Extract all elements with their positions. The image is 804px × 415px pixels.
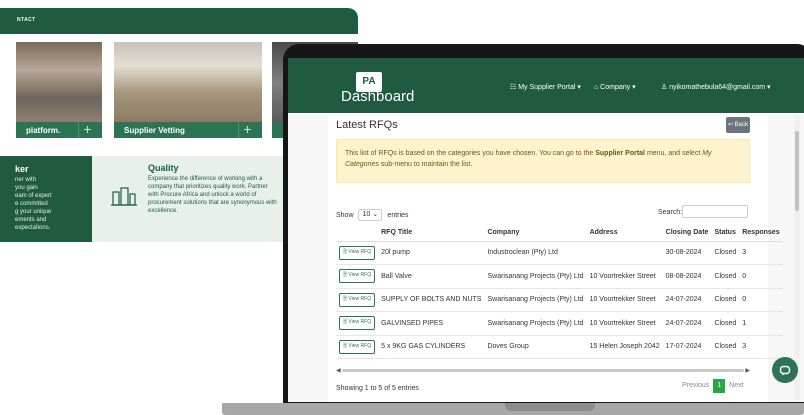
column-header [336,225,379,242]
rfq-heading: Latest RFQs [336,119,398,131]
info-alert: This list of RFQs is based on the catego… [336,139,750,183]
back-button[interactable]: ↩ Back [726,117,750,133]
column-header-address[interactable]: Address [586,225,663,242]
column-header-closing-date[interactable]: Closing Date [662,225,712,242]
company-cell: Swarisanang Projects (Pty) Ltd [484,288,587,312]
partner-feature-box: ker ner with you gain eam of expert e co… [0,156,92,242]
service-card-label: Supplier Vetting [124,126,185,135]
quality-text: Experience the difference of working wit… [148,176,277,214]
app-header: PA Dashboard ☷ My Supplier Portal ▾ ⌂ Co… [288,58,804,113]
responses-cell: 0 [739,288,783,312]
rfq-panel: Latest RFQs ↩ Back This list of RFQs is … [328,113,783,402]
view-rfq-button[interactable]: 🗎 View RFQ [339,245,376,260]
table-row: 🗎 View RFQ SUPPLY OF BOLTS AND NUTS Swar… [336,288,783,312]
rfq-title-cell: 5 x 9KG GAS CYLINDERS [378,335,485,359]
buildings-icon [111,187,137,206]
rfq-title-cell: GALVINSED PIPES [378,311,485,336]
rfq-title-cell: Ball Valve [378,264,485,289]
vetting-photo [114,42,262,122]
plus-icon[interactable]: + [78,122,96,138]
status-cell: Closed [711,241,740,265]
address-cell: 15 Helen Joseph 2042 [586,335,663,359]
warehouse-photo [16,42,102,122]
responses-cell: 0 [739,264,783,289]
responses-cell: 3 [739,241,783,265]
quality-feature-box: Quality Experience the difference of wor… [92,156,284,242]
closing-date-cell: 08-08-2024 [662,264,712,289]
marketing-mockup: NTACT platform. + Supplier Vetting + ker [0,0,804,415]
plus-icon[interactable]: + [238,122,256,138]
view-rfq-button[interactable]: 🗎 View RFQ [339,292,376,307]
status-cell: Closed [711,288,740,312]
responses-cell: 1 [739,311,783,336]
closing-date-cell: 17-07-2024 [662,335,712,359]
address-cell: 10 Voortrekker Street [586,311,663,336]
page-length-control: Show 10 ⌄ entries [336,209,408,221]
company-cell: Swarisanang Projects (Pty) Ltd [484,311,587,336]
company-cell: Swarisanang Projects (Pty) Ltd [484,264,587,289]
rfq-title-cell: SUPPLY OF BOLTS AND NUTS [378,288,485,312]
table-header-row: RFQ Title Company Address Closing Date S… [336,225,783,242]
vertical-scrollbar[interactable] [794,115,800,400]
nav-supplier-portal[interactable]: ☷ My Supplier Portal ▾ [510,83,581,91]
pagination-previous[interactable]: Previous [678,379,713,393]
laptop-notch [505,403,595,411]
nav-user-menu[interactable]: ♙ nyikomathebula64@gmail.com ▾ [661,83,771,91]
responses-cell: 3 [739,335,783,359]
table-info: Showing 1 to 5 of 5 entries [336,385,419,392]
company-cell: Doves Group [484,335,587,359]
address-cell: 10 Voortrekker Street [586,288,663,312]
scrollbar-thumb[interactable] [342,369,744,372]
status-cell: Closed [711,264,740,289]
pagination-next[interactable]: Next [725,379,747,393]
status-cell: Closed [711,335,740,359]
column-header-company[interactable]: Company [484,225,587,242]
view-rfq-button[interactable]: 🗎 View RFQ [339,339,376,354]
service-card-platform[interactable]: platform. + [16,42,102,138]
status-cell: Closed [711,311,740,336]
closing-date-cell: 24-07-2024 [662,288,712,312]
laptop-screen: PA Dashboard ☷ My Supplier Portal ▾ ⌂ Co… [288,58,804,402]
view-rfq-button[interactable]: 🗎 View RFQ [339,269,376,284]
table-row: 🗎 View RFQ 5 x 9KG GAS CYLINDERS Doves G… [336,335,783,359]
closing-date-cell: 24-07-2024 [662,311,712,336]
pagination-page-1[interactable]: 1 [713,379,726,393]
horizontal-scrollbar[interactable]: ◀ ▶ [336,367,750,374]
table-row: 🗎 View RFQ 20l pump Industroclean (Pty) … [336,241,783,265]
service-card-supplier-vetting[interactable]: Supplier Vetting + [114,42,262,138]
column-header-title[interactable]: RFQ Title [378,225,485,242]
feature-title: ker [15,164,29,174]
address-cell [586,241,663,265]
view-rfq-button[interactable]: 🗎 View RFQ [339,316,376,331]
quality-title: Quality [148,163,179,173]
page-title: Dashboard [341,88,415,105]
background-nav-label: NTACT [17,17,36,23]
table-row: 🗎 View RFQ GALVINSED PIPES Swarisanang P… [336,311,783,336]
pagination: Previous 1 Next [678,379,748,393]
page-length-select[interactable]: 10 ⌄ [358,209,383,221]
scrollbar-thumb[interactable] [795,131,799,211]
supplier-portal-link[interactable]: Supplier Portal [595,150,645,157]
search-label: Search: [658,209,683,216]
scroll-right-arrow-icon[interactable]: ▶ [745,367,750,374]
column-header-status[interactable]: Status [711,225,740,242]
chat-bubble-icon[interactable] [772,357,798,383]
address-cell: 10 Voortrekker Street [586,264,663,289]
rfq-table: RFQ Title Company Address Closing Date S… [336,225,783,359]
nav-company[interactable]: ⌂ Company ▾ [594,83,636,91]
table-row: 🗎 View RFQ Ball Valve Swarisanang Projec… [336,264,783,289]
background-nav-bar: NTACT [0,8,358,34]
scroll-left-arrow-icon[interactable]: ◀ [336,367,341,374]
feature-text: ner with you gain eam of expert e commit… [15,177,52,231]
closing-date-cell: 30-08-2024 [662,241,712,265]
rfq-title-cell: 20l pump [378,241,485,265]
search-input[interactable] [682,205,748,218]
company-cell: Industroclean (Pty) Ltd [484,241,587,265]
chat-icon [779,365,791,376]
column-header-responses[interactable]: Responses [739,225,783,242]
service-card-label: platform. [26,126,61,135]
